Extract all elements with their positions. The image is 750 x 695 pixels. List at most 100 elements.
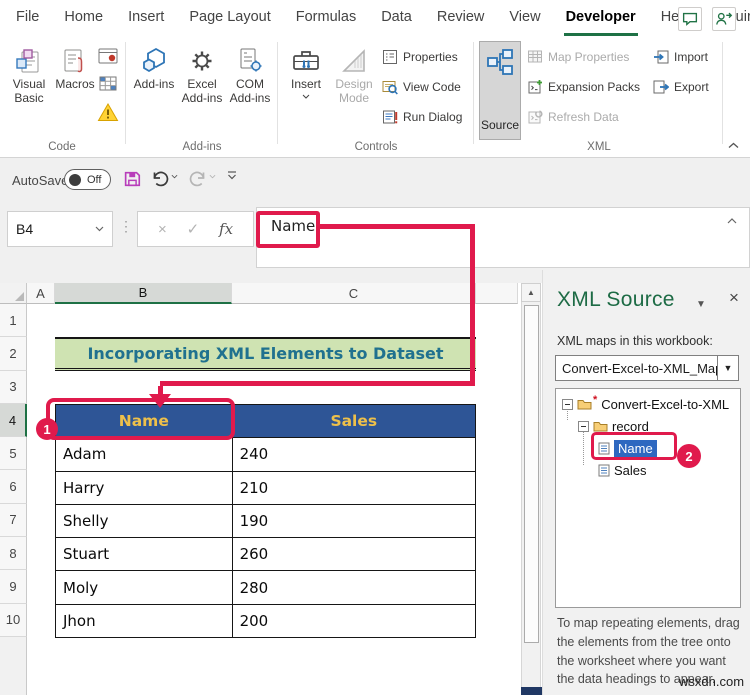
autosave-toggle[interactable]: Off — [64, 169, 111, 190]
row-header-8[interactable]: 8 — [0, 537, 27, 571]
map-properties-button[interactable]: Map Properties — [527, 46, 629, 68]
table-header-name[interactable]: Name — [56, 405, 233, 439]
pane-close-icon[interactable]: × — [729, 288, 739, 308]
pane-dropdown-icon[interactable]: ▼ — [696, 299, 706, 310]
column-header-a[interactable]: A — [27, 283, 55, 304]
tree-node-root[interactable]: * Convert-Excel-to-XML — [562, 394, 729, 413]
cancel-icon[interactable]: × — [158, 221, 167, 238]
visual-basic-button[interactable]: Visual Basic — [5, 42, 53, 138]
row-header-10[interactable]: 10 — [0, 603, 27, 637]
xml-maps-label: XML maps in this workbook: — [557, 334, 713, 348]
table-cell[interactable]: 260 — [232, 538, 476, 572]
table-cell[interactable]: Stuart — [56, 538, 233, 572]
scrollbar-thumb[interactable] — [523, 305, 539, 643]
save-icon[interactable] — [122, 169, 142, 189]
collapse-node-icon[interactable] — [562, 398, 573, 410]
row-header-2[interactable]: 2 — [0, 337, 27, 371]
redo-icon[interactable] — [188, 169, 208, 189]
row-header-9[interactable]: 9 — [0, 570, 27, 604]
import-button[interactable]: Import — [653, 46, 708, 68]
row-header-7[interactable]: 7 — [0, 503, 27, 538]
expansion-packs-button[interactable]: Expansion Packs — [527, 76, 640, 98]
undo-icon[interactable] — [150, 169, 170, 189]
row-header-3[interactable]: 3 — [0, 370, 27, 404]
row-headers: 1 2 3 4 5 6 7 8 9 10 — [0, 304, 27, 637]
name-box-dropdown-icon[interactable] — [95, 226, 104, 232]
row-header-1[interactable]: 1 — [0, 304, 27, 338]
excel-add-ins-label: Excel Add-ins — [181, 77, 223, 106]
column-header-b[interactable]: B — [55, 283, 232, 304]
tab-insert[interactable]: Insert — [126, 0, 166, 36]
design-mode-button[interactable]: Design Mode — [331, 42, 377, 138]
select-all-corner[interactable] — [0, 283, 27, 304]
excel-add-ins-button[interactable]: Excel Add-ins — [178, 42, 226, 138]
collapse-node-icon[interactable] — [578, 420, 589, 432]
enter-icon[interactable]: ✓ — [187, 220, 200, 238]
add-ins-button[interactable]: Add-ins — [133, 42, 175, 138]
row-header-6[interactable]: 6 — [0, 470, 27, 504]
tree-name-label[interactable]: Name — [614, 439, 657, 457]
tab-data[interactable]: Data — [379, 0, 414, 36]
use-relative-references-icon[interactable] — [96, 72, 120, 96]
ribbon-tabs: File Home Insert Page Layout Formulas Da… — [14, 0, 750, 36]
table-cell[interactable]: 210 — [232, 471, 476, 505]
share-icon[interactable] — [712, 7, 736, 31]
table-header-sales[interactable]: Sales — [232, 405, 476, 439]
collapse-formula-bar-icon[interactable] — [727, 218, 737, 224]
record-macro-icon[interactable] — [96, 44, 120, 68]
tab-page-layout[interactable]: Page Layout — [187, 0, 272, 36]
tree-node-record[interactable]: record — [578, 417, 649, 435]
tree-record-label[interactable]: record — [612, 419, 649, 434]
properties-button[interactable]: Properties — [382, 46, 458, 68]
macros-button[interactable]: Macros — [53, 42, 97, 138]
xml-map-select[interactable]: Convert-Excel-to-XML_Map ▼ — [555, 355, 739, 381]
export-button[interactable]: Export — [653, 76, 709, 98]
column-header-partial[interactable] — [476, 283, 518, 304]
undo-dropdown-icon[interactable] — [171, 174, 178, 179]
table-cell[interactable]: Shelly — [56, 504, 233, 539]
insert-function-icon[interactable]: fx — [219, 220, 233, 238]
comment-icon[interactable] — [678, 7, 702, 31]
source-button[interactable]: Source — [479, 41, 521, 140]
table-cell[interactable]: Harry — [56, 471, 233, 505]
controls-group-label: Controls — [354, 141, 398, 153]
table-cell[interactable]: 190 — [232, 504, 476, 539]
formula-bar[interactable]: Name — [256, 207, 750, 268]
code-group-label: Code — [48, 141, 76, 153]
table-cell[interactable]: 200 — [232, 604, 476, 639]
tab-developer[interactable]: Developer — [563, 0, 638, 36]
scroll-up-icon[interactable]: ▲ — [521, 283, 541, 302]
table-cell[interactable]: Moly — [56, 571, 233, 605]
map-select-dropdown-icon[interactable]: ▼ — [717, 356, 738, 380]
collapse-ribbon-icon[interactable] — [728, 142, 739, 149]
name-box[interactable]: B4 — [7, 211, 113, 247]
tab-home[interactable]: Home — [62, 0, 105, 36]
tab-formulas[interactable]: Formulas — [294, 0, 358, 36]
redo-dropdown-icon[interactable] — [209, 174, 216, 179]
macro-security-icon[interactable] — [96, 100, 120, 124]
insert-control-button[interactable]: Insert — [284, 42, 328, 138]
tree-root-label[interactable]: Convert-Excel-to-XML — [601, 397, 729, 412]
com-add-ins-button[interactable]: COM Add-ins — [226, 42, 274, 138]
view-code-button[interactable]: View Code — [382, 76, 461, 98]
dataset-title-cell[interactable]: Incorporating XML Elements to Dataset — [55, 337, 476, 371]
tree-node-name[interactable]: Name — [598, 439, 657, 457]
table-cell[interactable]: Jhon — [56, 604, 233, 639]
tab-file[interactable]: File — [14, 0, 41, 36]
row-header-4[interactable]: 4 — [0, 403, 27, 438]
row-header-5[interactable]: 5 — [0, 437, 27, 471]
customize-qat-icon[interactable] — [227, 171, 237, 180]
run-dialog-button[interactable]: Run Dialog — [382, 106, 462, 128]
macros-icon — [60, 45, 90, 77]
tab-view[interactable]: View — [507, 0, 542, 36]
tree-sales-label[interactable]: Sales — [614, 463, 647, 478]
tab-review[interactable]: Review — [435, 0, 487, 36]
column-header-c[interactable]: C — [232, 283, 476, 304]
table-cell[interactable]: Adam — [56, 438, 233, 472]
view-code-icon — [382, 79, 398, 95]
tree-node-sales[interactable]: Sales — [598, 461, 647, 479]
table-cell[interactable]: 280 — [232, 571, 476, 605]
table-cell[interactable]: 240 — [232, 438, 476, 472]
refresh-data-button[interactable]: Refresh Data — [527, 106, 619, 128]
row-header-filler — [0, 637, 27, 695]
